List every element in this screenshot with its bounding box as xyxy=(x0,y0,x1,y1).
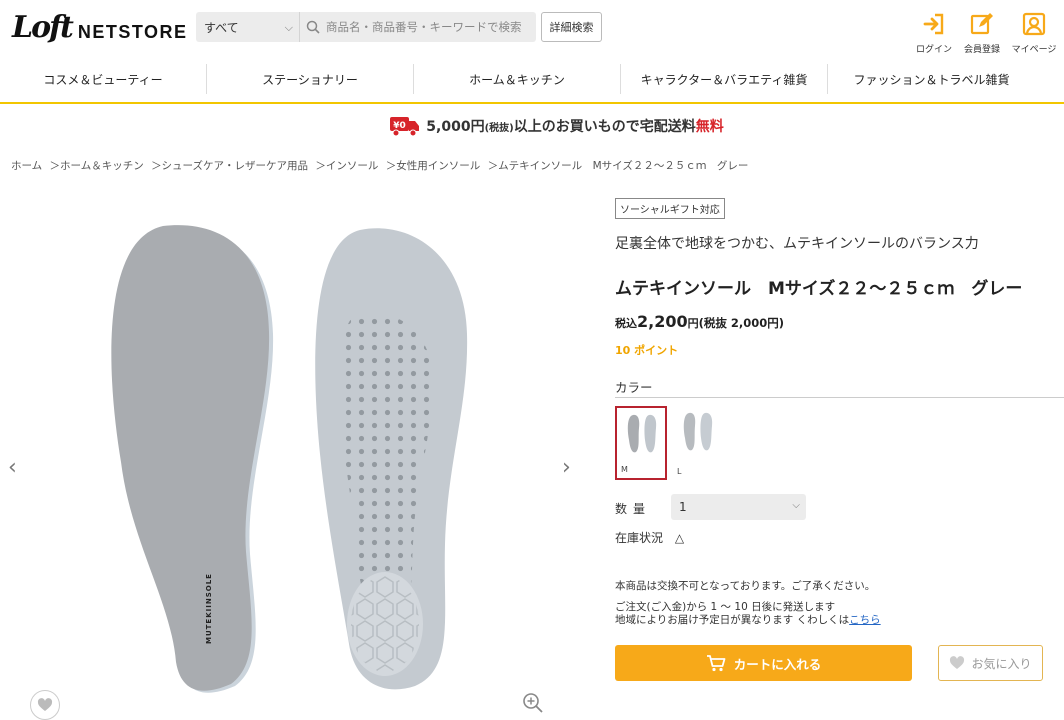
chevron-right-icon[interactable]: › xyxy=(562,455,571,480)
product-title: ムテキインソール Mサイズ２２～２５ｃｍ グレー xyxy=(615,279,1023,299)
quantity-select[interactable]: 1 ⌵ xyxy=(671,494,806,520)
add-favorite-button[interactable]: お気に入り xyxy=(938,645,1043,681)
cart-icon xyxy=(706,655,726,672)
swatch-label: M xyxy=(621,465,628,474)
points: 10 ポイント xyxy=(615,344,679,357)
shipping-info-link[interactable]: こちら xyxy=(849,614,881,626)
login-icon xyxy=(923,13,944,35)
price-excl-tax: (税抜 2,000円) xyxy=(698,316,784,330)
login-link[interactable]: ログイン xyxy=(910,12,958,55)
product-image[interactable]: MUTEKIINSOLE xyxy=(95,224,495,694)
price-prefix: 税込 xyxy=(615,317,637,330)
login-label: ログイン xyxy=(915,45,952,55)
user-icon xyxy=(1022,12,1046,36)
stock-label: 在庫状況 xyxy=(615,531,664,545)
banner-text: 5,000円(税抜)以上のお買いもので宅配送料無料 xyxy=(426,116,723,136)
search-icon[interactable] xyxy=(300,20,326,34)
breadcrumb: ホーム ＞ホーム＆キッチン ＞シューズケア・レザーケア用品 ＞インソール ＞女性… xyxy=(11,158,752,173)
stock-value: △ xyxy=(674,531,685,545)
search-category-value: すべて xyxy=(204,20,239,35)
category-nav: コスメ＆ビューティー ステーショナリー ホーム＆キッチン キャラクター＆バラエテ… xyxy=(0,62,1064,104)
badge-text: ¥0 xyxy=(394,121,407,131)
search-bar: すべて ⌵ xyxy=(196,12,536,42)
edit-icon xyxy=(970,13,993,35)
product-gallery: ‹ › MUTEKIINSOLE xyxy=(0,200,580,720)
social-gift-tag: ソーシャルギフト対応 xyxy=(615,198,725,219)
breadcrumb-item[interactable]: ホーム xyxy=(11,160,42,172)
add-to-cart-button[interactable]: カートに入れる xyxy=(615,645,912,681)
quantity-label: 数量 xyxy=(615,502,652,516)
price-unit: 円 xyxy=(687,317,699,330)
banner-free: 無料 xyxy=(695,119,724,135)
insole-brand-text: MUTEKIINSOLE xyxy=(205,573,213,644)
site-header: Loft NETSTORE すべて ⌵ 詳細検索 ログイン 会員登録 xyxy=(0,0,1064,56)
chevron-left-icon[interactable]: ‹ xyxy=(8,455,17,480)
gallery-favorite-button[interactable] xyxy=(30,690,60,720)
breadcrumb-item[interactable]: ＞シューズケア・レザーケア用品 xyxy=(151,160,308,172)
breadcrumb-item[interactable]: ＞ホーム＆キッチン xyxy=(50,160,144,172)
swatch-image xyxy=(627,414,657,453)
site-logo[interactable]: Loft NETSTORE xyxy=(12,11,188,43)
heart-icon xyxy=(950,656,965,669)
register-label: 会員登録 xyxy=(963,45,1000,55)
banner-amount: 5,000円 xyxy=(426,119,485,135)
add-favorite-label: お気に入り xyxy=(971,656,1032,671)
nav-item-cosme[interactable]: コスメ＆ビューティー xyxy=(0,64,207,94)
product-catchcopy: 足裏全体で地球をつかむ、ムテキインソールのバランス力 xyxy=(615,236,979,252)
breadcrumb-current: ＞ムテキインソール Mサイズ２２～２５ｃｍ グレー xyxy=(487,160,749,172)
breadcrumb-item[interactable]: ＞女性用インソール xyxy=(386,160,481,172)
color-swatch-l[interactable]: L xyxy=(673,406,725,480)
shipping-banner: ¥0 5,000円(税抜)以上のお買いもので宅配送料無料 xyxy=(0,113,1064,139)
price-value: 2,200 xyxy=(637,312,688,331)
swatch-label: L xyxy=(677,467,682,476)
heart-icon xyxy=(37,698,53,711)
banner-middle: 以上のお買いもので宅配送料 xyxy=(513,119,696,135)
shipping-note-line2: 地域によりお届け予定日が異なります くわしくは xyxy=(615,614,850,626)
divider xyxy=(615,397,1064,398)
mypage-label: マイページ xyxy=(1011,45,1057,55)
mypage-link[interactable]: マイページ xyxy=(1010,12,1058,55)
exchange-note: 本商品は交換不可となっております。ご了承ください。 xyxy=(615,580,876,592)
stock-status: 在庫状況 △ xyxy=(615,529,684,546)
nav-item-stationery[interactable]: ステーショナリー xyxy=(207,64,414,94)
logo-text: NETSTORE xyxy=(77,22,188,42)
nav-item-character[interactable]: キャラクター＆バラエティ雑貨 xyxy=(621,64,828,94)
chevron-down-icon: ⌵ xyxy=(284,21,293,34)
truck-icon: ¥0 xyxy=(390,117,420,137)
banner-tax: (税抜) xyxy=(484,123,514,134)
color-swatch-m[interactable]: M xyxy=(615,406,667,480)
zoom-in-icon xyxy=(523,693,543,713)
nav-item-fashion[interactable]: ファッション＆トラベル雑貨 xyxy=(828,64,1035,94)
search-category-select[interactable]: すべて ⌵ xyxy=(196,12,300,42)
zoom-button[interactable] xyxy=(522,692,544,718)
shipping-note-line1: ご注文(ご入金)から 1 ～ 10 日後に発送します xyxy=(615,601,836,613)
breadcrumb-item[interactable]: ＞インソール xyxy=(315,160,378,172)
add-to-cart-label: カートに入れる xyxy=(733,656,822,672)
register-link[interactable]: 会員登録 xyxy=(958,12,1006,55)
search-input[interactable] xyxy=(326,13,536,41)
shipping-note: ご注文(ご入金)から 1 ～ 10 日後に発送します 地域によりお届け予定日が異… xyxy=(615,601,881,627)
nav-item-home-kitchen[interactable]: ホーム＆キッチン xyxy=(414,64,621,94)
logo-mark: Loft xyxy=(12,10,74,45)
color-label: カラー xyxy=(615,380,653,395)
chevron-down-icon: ⌵ xyxy=(792,500,800,511)
swatch-image xyxy=(683,412,713,451)
quantity-value: 1 xyxy=(679,500,687,514)
product-price: 税込2,200円(税抜 2,000円) xyxy=(615,312,784,331)
advanced-search-button[interactable]: 詳細検索 xyxy=(541,12,602,42)
